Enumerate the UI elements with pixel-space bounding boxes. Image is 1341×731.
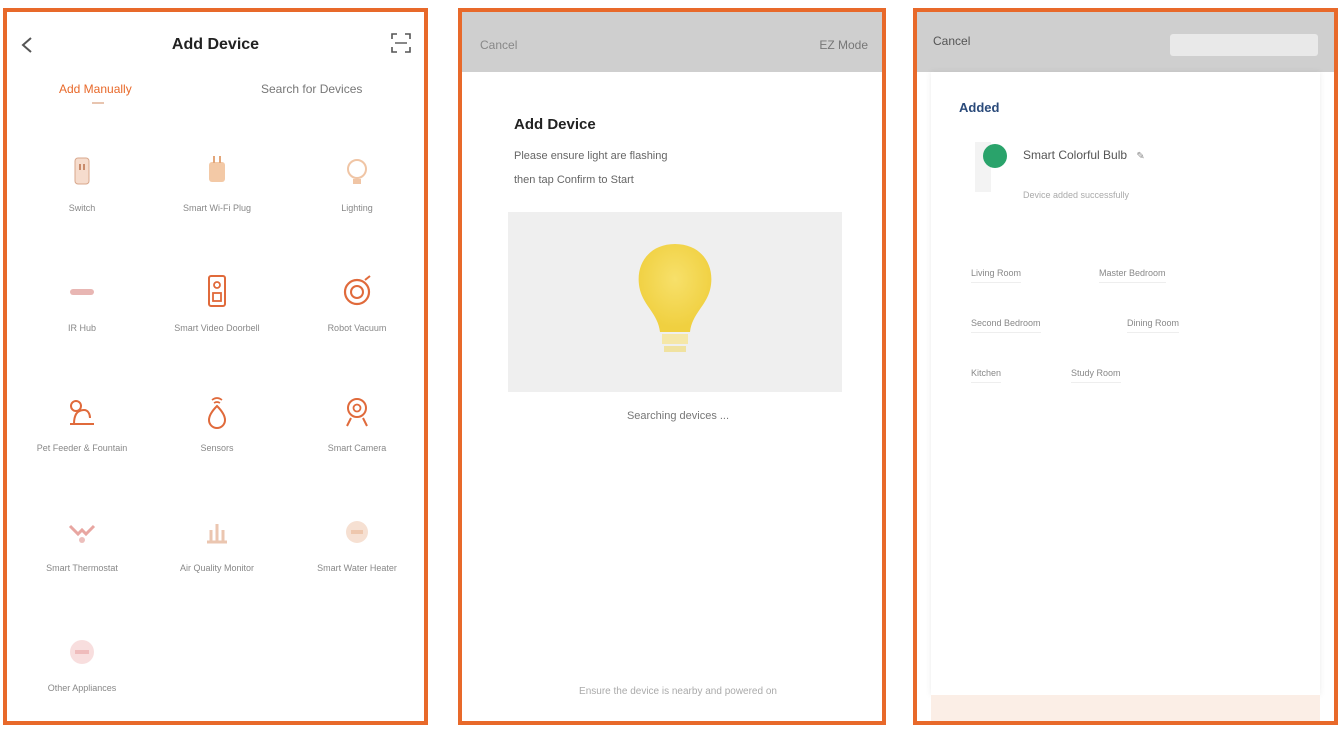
socket-icon <box>74 157 90 185</box>
device-label: Smart Water Heater <box>317 563 397 573</box>
device-item[interactable]: Air Quality Monitor <box>157 512 277 574</box>
footer-bar <box>931 695 1320 721</box>
device-name[interactable]: Smart Colorful Bulb ✎ <box>1023 148 1145 162</box>
sheet-title: Added <box>959 100 1000 115</box>
device-item[interactable]: Pet Feeder & Fountain <box>22 392 142 454</box>
device-name-text: Smart Colorful Bulb <box>1023 148 1128 162</box>
device-item[interactable]: Smart Water Heater <box>297 512 417 574</box>
add-device-panel: Add Device Add Manually Search for Devic… <box>3 8 428 725</box>
hint-text: Ensure the device is nearby and powered … <box>579 686 777 697</box>
searching-panel: Cancel EZ Mode Add Device Please ensure … <box>458 8 886 725</box>
device-label: Pet Feeder & Fountain <box>36 443 128 453</box>
device-item[interactable]: Switch <box>22 152 142 214</box>
device-illustration <box>508 212 842 392</box>
lightbulb-icon <box>638 244 712 352</box>
cancel-button[interactable]: Cancel <box>933 34 970 48</box>
device-label: Smart Wi-Fi Plug <box>182 203 251 213</box>
search-input[interactable] <box>1170 34 1318 56</box>
page-title: Add Device <box>171 36 260 53</box>
device-item[interactable]: Robot Vacuum <box>297 272 417 334</box>
device-label: Switch <box>68 203 96 213</box>
top-bar: Cancel EZ Mode <box>462 12 882 72</box>
device-item[interactable]: Smart Camera <box>297 392 417 454</box>
scan-icon[interactable] <box>390 32 412 54</box>
heater-icon <box>346 521 368 543</box>
device-item[interactable]: Lighting <box>297 152 417 214</box>
searching-status: Searching devices ... <box>626 410 730 422</box>
device-label: Smart Camera <box>327 443 387 453</box>
remote-icon <box>70 289 94 295</box>
vacuum-icon <box>343 275 371 306</box>
device-label: Sensors <box>200 443 234 453</box>
device-label: Air Quality Monitor <box>179 563 255 573</box>
tab-bar: Add Manually Search for Devices <box>7 82 424 110</box>
thermostat-icon <box>68 524 96 543</box>
appliance-icon <box>70 640 94 664</box>
cancel-button[interactable]: Cancel <box>480 38 517 52</box>
edit-icon[interactable]: ✎ <box>1136 151 1144 162</box>
room-tag[interactable]: Dining Room <box>1127 318 1180 333</box>
added-panel: Cancel Added Smart Colorful Bulb ✎ Devic… <box>913 8 1338 725</box>
device-item[interactable]: IR Hub <box>22 272 142 334</box>
sheet: Add Device Please ensure light are flash… <box>480 72 876 721</box>
room-tag[interactable]: Study Room <box>1071 368 1121 383</box>
sheet-title: Add Device <box>514 116 596 133</box>
device-item[interactable]: Sensors <box>157 392 277 454</box>
top-bar: Cancel <box>917 12 1334 72</box>
device-label: Lighting <box>341 203 373 213</box>
header: Add Device <box>7 12 424 76</box>
camera-icon <box>346 398 368 427</box>
device-item[interactable]: Smart Wi-Fi Plug <box>157 152 277 214</box>
sheet: Added Smart Colorful Bulb ✎ Device added… <box>931 72 1320 695</box>
room-tag[interactable]: Kitchen <box>971 368 1002 383</box>
device-avatar <box>983 144 1007 168</box>
bulb-icon <box>347 159 367 184</box>
device-item[interactable]: Smart Thermostat <box>22 512 142 574</box>
instruction-line-1: Please ensure light are flashing <box>514 150 668 162</box>
room-tag[interactable]: Master Bedroom <box>1099 268 1166 283</box>
sensor-icon <box>207 397 227 429</box>
tab-search-devices[interactable]: Search for Devices <box>261 82 362 96</box>
air-icon <box>207 524 227 544</box>
device-label: Other Appliances <box>47 683 117 693</box>
room-tag[interactable]: Living Room <box>971 268 1022 283</box>
room-tag[interactable]: Second Bedroom <box>971 318 1041 333</box>
pet-icon <box>70 400 94 425</box>
device-item[interactable]: Other Appliances <box>22 632 142 694</box>
device-status: Device added successfully <box>1023 190 1130 200</box>
tab-add-manually[interactable]: Add Manually <box>59 82 132 104</box>
device-label: IR Hub <box>67 323 96 333</box>
instruction-line-2: then tap Confirm to Start <box>514 174 634 186</box>
doorbell-icon <box>208 275 226 307</box>
device-item[interactable]: Smart Video Doorbell <box>157 272 277 334</box>
device-label: Smart Video Doorbell <box>174 323 260 333</box>
plug-icon <box>209 156 225 182</box>
mode-switch-button[interactable]: EZ Mode <box>819 38 868 52</box>
device-label: Smart Thermostat <box>46 563 118 573</box>
device-label: Robot Vacuum <box>327 323 387 333</box>
